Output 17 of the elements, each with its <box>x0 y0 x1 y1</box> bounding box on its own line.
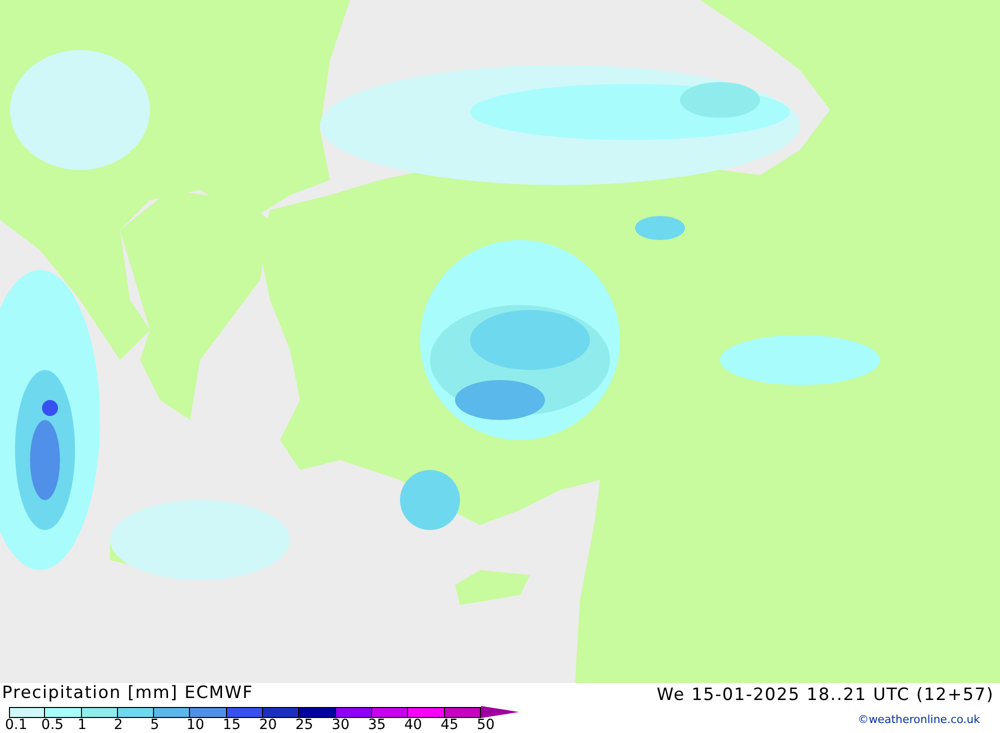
map-title: Precipitation [mm] ECMWF <box>1 683 254 703</box>
scale-label: 35 <box>368 718 387 733</box>
scale-label: 25 <box>295 718 314 733</box>
scale-label: 50 <box>476 718 496 733</box>
valid-time: We 15-01-2025 18..21 UTC (12+57) <box>656 684 994 707</box>
credit-link[interactable]: ©weatheronline.co.uk <box>858 711 994 729</box>
scale-label: 10 <box>186 718 206 733</box>
scale-label: 0.5 <box>41 718 65 733</box>
scale-label: 20 <box>259 718 278 733</box>
scale-label: 45 <box>440 718 460 733</box>
scale-label: 15 <box>222 718 242 733</box>
scale-label: 30 <box>332 718 350 733</box>
scale-label: 2 <box>114 718 124 733</box>
scale-label: 0.1 <box>5 718 28 733</box>
scale-label: 1 <box>78 718 88 733</box>
scale-label: 40 <box>404 718 424 733</box>
scale-label: 5 <box>150 718 160 733</box>
